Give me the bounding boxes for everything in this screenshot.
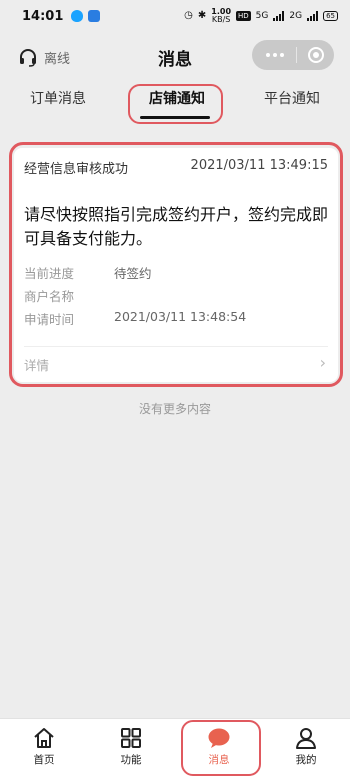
nav-functions[interactable]: 功能 bbox=[101, 727, 161, 767]
network-2g-label: 2G bbox=[289, 11, 303, 21]
battery-icon: 65 bbox=[323, 11, 338, 21]
field-row-merchant: 商户名称 bbox=[24, 289, 75, 304]
headset-icon bbox=[20, 49, 36, 67]
network-5g-label: 5G bbox=[255, 11, 269, 21]
network-speed: 1.00 KB/S bbox=[211, 7, 232, 24]
nav-home[interactable]: 首页 bbox=[14, 727, 74, 767]
nav-messages[interactable]: 消息 bbox=[189, 727, 249, 767]
qq-app-icon bbox=[71, 10, 84, 22]
close-target-icon[interactable] bbox=[308, 47, 324, 63]
offline-label: 离线 bbox=[44, 51, 71, 67]
notice-card[interactable]: 经营信息审核成功 2021/03/11 13:49:15 请尽快按照指引完成签约… bbox=[14, 148, 338, 382]
chevron-right-icon[interactable]: › bbox=[320, 353, 326, 372]
status-bar: 14:01 ◷ ✱ 1.00 KB/S HD 5G 2G 65 bbox=[0, 0, 350, 32]
field-row-apply-time: 申请时间 2021/03/11 13:48:54 bbox=[24, 309, 247, 327]
notice-datetime: 2021/03/11 13:49:15 bbox=[190, 158, 328, 173]
mini-program-capsule[interactable] bbox=[252, 40, 334, 70]
signal-icon bbox=[307, 11, 319, 21]
notification-app-icon bbox=[88, 10, 101, 22]
person-icon bbox=[296, 728, 316, 749]
offline-button[interactable]: 离线 bbox=[18, 47, 70, 67]
signal-icon bbox=[273, 11, 285, 21]
bluetooth-icon: ✱ bbox=[197, 10, 207, 21]
header: 离线 消息 bbox=[0, 38, 350, 76]
bottom-nav: 首页 功能 消息 我的 bbox=[0, 718, 350, 778]
alarm-icon: ◷ bbox=[184, 10, 193, 21]
nav-me[interactable]: 我的 bbox=[276, 727, 336, 767]
status-time: 14:01 bbox=[22, 8, 64, 24]
tab-order-messages[interactable]: 订单消息 bbox=[30, 88, 86, 108]
chat-bubble-icon bbox=[208, 728, 230, 748]
no-more-content: 没有更多内容 bbox=[138, 402, 211, 416]
grid-icon bbox=[121, 728, 141, 748]
notice-body: 请尽快按照指引完成签约开户，签约完成即可具备支付能力。 bbox=[24, 205, 329, 248]
divider bbox=[24, 346, 328, 347]
more-dots-icon[interactable] bbox=[266, 53, 284, 57]
notice-title: 经营信息审核成功 bbox=[24, 162, 129, 177]
home-icon bbox=[34, 728, 54, 748]
details-link[interactable]: 详情 bbox=[24, 355, 49, 374]
tab-annotation-outline bbox=[128, 84, 223, 124]
field-row-progress: 当前进度 待签约 bbox=[24, 266, 152, 281]
tab-platform-notices[interactable]: 平台通知 bbox=[264, 88, 320, 108]
hd-badge: HD bbox=[236, 11, 251, 21]
